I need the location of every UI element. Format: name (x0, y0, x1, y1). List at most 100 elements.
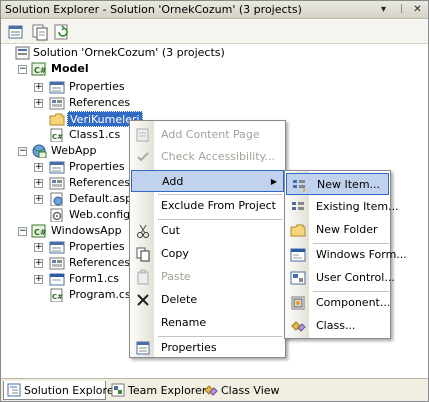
form-file-icon (49, 273, 65, 286)
refresh-icon (54, 24, 68, 40)
menu-item-properties[interactable]: Properties (131, 337, 284, 359)
menu-item-delete[interactable]: Delete (131, 289, 284, 311)
node-label: Web.config (69, 208, 131, 221)
expand-toggle[interactable]: + (34, 195, 43, 204)
csharp-project-icon: C# (31, 224, 47, 238)
project-label-webapp: WebApp (51, 144, 97, 157)
bottom-tab-strip: Solution Explorer Team Explorer Class Vi… (1, 378, 428, 401)
node-label: Class1.cs (69, 128, 121, 141)
csharp-file-icon: C# (50, 128, 63, 142)
class-icon (291, 321, 306, 332)
submenu-arrow-icon: ▶ (270, 177, 277, 186)
svg-text:C#: C# (34, 66, 47, 75)
copy-icon (136, 247, 150, 262)
expand-toggle[interactable]: + (34, 259, 43, 268)
properties-folder-icon (49, 161, 65, 174)
properties-icon (136, 341, 150, 355)
expand-toggle[interactable]: + (34, 163, 43, 172)
csharp-file-icon: C# (50, 288, 63, 302)
existing-item-icon (292, 202, 304, 210)
node-label: Properties (69, 240, 125, 253)
menu-item-exclude-from-project[interactable]: Exclude From Project (131, 195, 284, 217)
menu-item-rename[interactable]: Rename (131, 312, 284, 334)
submenu-item-user-control[interactable]: User Control... (286, 267, 395, 289)
collapse-toggle[interactable]: − (18, 147, 27, 156)
node-label: References (69, 96, 131, 109)
tab-team-explorer[interactable]: Team Explorer (108, 381, 206, 400)
show-all-files-button[interactable] (31, 23, 49, 41)
aspx-file-icon (50, 192, 63, 206)
expand-toggle[interactable]: + (34, 243, 43, 252)
solution-explorer-icon (7, 383, 21, 397)
refresh-button[interactable] (53, 23, 71, 41)
component-icon (291, 296, 305, 310)
expand-toggle[interactable]: + (34, 275, 43, 284)
config-file-icon (50, 208, 63, 222)
properties-icon (8, 25, 23, 39)
add-submenu: New Item... Existing Item... New Folder … (284, 170, 407, 339)
expand-toggle[interactable]: + (34, 83, 43, 92)
submenu-item-windows-form[interactable]: Windows Form... (286, 244, 407, 266)
collapse-toggle[interactable]: − (18, 65, 27, 74)
svg-text:C#: C# (34, 228, 47, 237)
windows-form-icon (290, 248, 306, 262)
content-page-icon (136, 128, 149, 142)
node-label: Properties (69, 80, 125, 93)
expand-toggle[interactable]: + (34, 179, 43, 188)
csharp-project-icon: C# (31, 62, 47, 76)
properties-button[interactable] (7, 23, 25, 41)
submenu-item-existing-item[interactable]: Existing Item... (286, 196, 399, 218)
properties-folder-icon (49, 81, 65, 94)
delete-icon (137, 294, 149, 306)
dropdown-icon[interactable]: ▾ (377, 3, 390, 16)
user-control-icon (290, 271, 306, 285)
scissors-icon (137, 224, 149, 238)
node-label: References (69, 176, 131, 189)
menu-item-paste[interactable]: Paste (131, 266, 284, 288)
submenu-item-component[interactable]: Component... (286, 292, 390, 314)
collapse-toggle[interactable]: − (18, 227, 27, 236)
menu-item-add-content-page[interactable]: Add Content Page (131, 124, 284, 146)
properties-folder-icon (49, 241, 65, 254)
references-icon (49, 177, 65, 190)
svg-text:C#: C# (52, 293, 63, 301)
window-title: Solution Explorer - Solution 'OrnekCozum… (5, 3, 302, 16)
svg-text:C#: C# (52, 133, 63, 141)
tree-node-solution[interactable]: Solution 'OrnekCozum' (3 projects) (1, 45, 421, 61)
team-explorer-icon (111, 383, 125, 397)
submenu-item-class[interactable]: Class... (286, 315, 389, 337)
tree-node-model-properties[interactable]: + Properties (1, 79, 421, 95)
folder-icon (49, 113, 65, 126)
web-project-icon (32, 144, 47, 158)
submenu-item-new-folder[interactable]: New Folder (286, 219, 389, 241)
node-label: References (69, 256, 131, 269)
tree-node-model[interactable]: − C# Model (1, 61, 421, 77)
menu-item-check-accessibility[interactable]: Check Accessibility... (131, 146, 284, 168)
node-label: Properties (69, 160, 125, 173)
tree-node-model-references[interactable]: + References (1, 95, 421, 111)
solution-label: Solution 'OrnekCozum' (3 projects) (33, 46, 225, 59)
project-label-windowsapp: WindowsApp (51, 224, 122, 237)
close-icon[interactable]: ✕ (411, 3, 424, 16)
toolbar (1, 20, 428, 44)
node-label: Program.cs (69, 288, 131, 301)
class-view-icon (204, 385, 218, 396)
menu-item-add[interactable]: Add ▶ (131, 170, 284, 192)
paste-icon (137, 269, 149, 285)
pin-icon[interactable]: ᛁ (395, 3, 408, 16)
node-label: Form1.cs (69, 272, 119, 285)
tab-class-view[interactable]: Class View (201, 381, 280, 400)
solution-explorer-panel: Solution Explorer - Solution 'OrnekCozum… (0, 0, 429, 402)
menu-item-cut[interactable]: Cut (131, 220, 284, 242)
menu-item-copy[interactable]: Copy (131, 243, 284, 265)
new-item-icon (293, 180, 306, 193)
expand-toggle[interactable]: + (34, 99, 43, 108)
solution-icon (15, 46, 30, 60)
references-icon (49, 257, 65, 270)
submenu-item-new-item[interactable]: New Item... (286, 173, 389, 195)
tab-solution-explorer[interactable]: Solution Explorer (3, 381, 118, 400)
project-label-model: Model (51, 62, 89, 75)
accessibility-icon (137, 152, 149, 162)
show-all-files-icon (32, 24, 48, 41)
title-bar: Solution Explorer - Solution 'OrnekCozum… (1, 1, 428, 19)
